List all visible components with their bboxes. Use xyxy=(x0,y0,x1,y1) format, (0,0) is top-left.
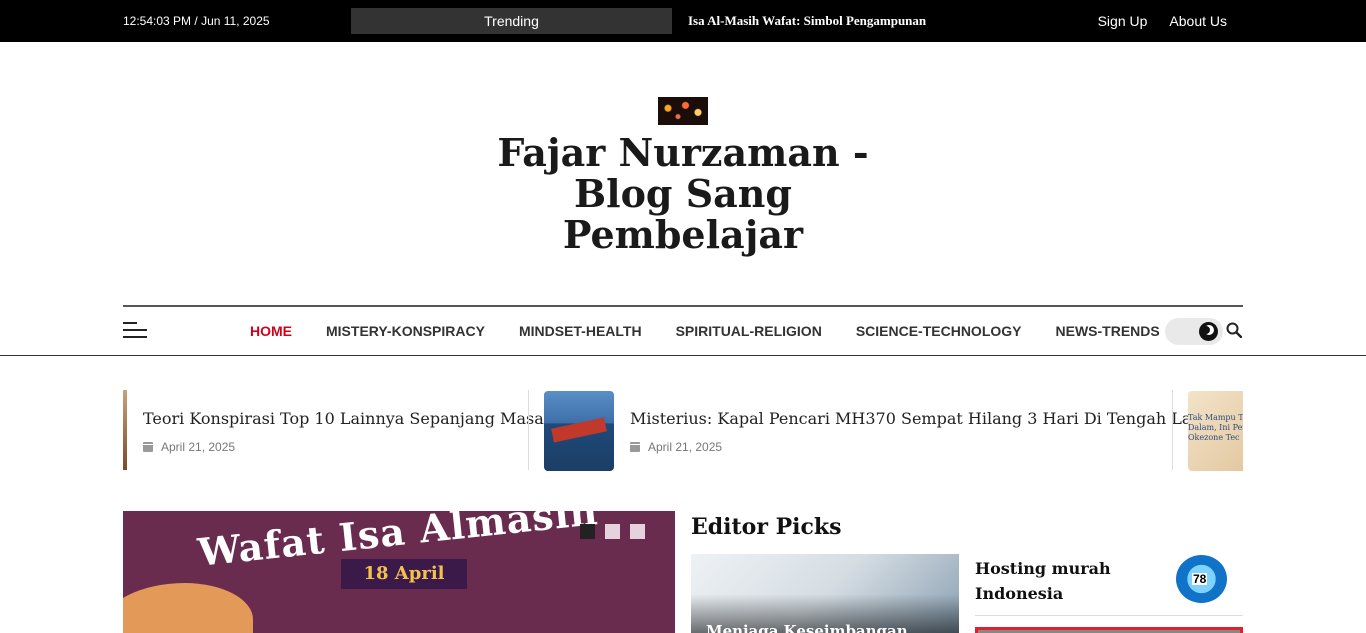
post-date-text: April 21, 2025 xyxy=(161,440,236,454)
post-thumbnail[interactable] xyxy=(544,391,614,471)
nav-item-mindset-health[interactable]: MINDSET-HEALTH xyxy=(519,323,642,339)
site-title-line: Fajar Nurzaman - xyxy=(497,130,869,175)
nav-top-divider xyxy=(123,305,1243,307)
about-link[interactable]: About Us xyxy=(1169,13,1227,29)
post-date: April 21, 2025 xyxy=(630,440,1208,454)
post-title-link[interactable]: Misterius: Kapal Pencari MH370 Sempat Hi… xyxy=(630,409,1208,428)
slider-dot[interactable] xyxy=(605,524,620,539)
slider-dots xyxy=(580,524,645,539)
carousel-post: Teori Konspirasi Top 10 Lainnya Sepanjan… xyxy=(143,409,544,472)
hero-decoration xyxy=(123,583,253,633)
post-date: April 21, 2025 xyxy=(143,440,544,454)
current-date: Jun 11, 2025 xyxy=(201,14,270,28)
post-thumbnail[interactable]: Tak Mampu T Dalam, Ini Penj Okezone Tec xyxy=(1188,391,1243,471)
dark-mode-toggle[interactable] xyxy=(1165,318,1223,345)
slider-dot[interactable] xyxy=(580,524,595,539)
site-title-line: Blog Sang xyxy=(574,171,792,216)
nav-item-science-technology[interactable]: SCIENCE-TECHNOLOGY xyxy=(856,323,1022,339)
carousel-post: Misterius: Kapal Pencari MH370 Sempat Hi… xyxy=(630,409,1208,472)
calendar-icon xyxy=(630,442,640,452)
site-logo[interactable] xyxy=(658,97,708,125)
trending-label: Trending xyxy=(351,8,672,34)
ad-logo-text: 78 xyxy=(1192,572,1208,586)
thumbnail-caption: Tak Mampu T Dalam, Ini Penj Okezone Tec xyxy=(1188,413,1243,442)
editor-picks-heading: Editor Picks xyxy=(691,514,842,540)
post-date-text: April 21, 2025 xyxy=(648,440,723,454)
top-links: Sign Up About Us xyxy=(1098,13,1227,29)
calendar-icon xyxy=(143,442,153,452)
site-title-line: Pembelajar xyxy=(562,212,804,257)
nav-item-home[interactable]: HOME xyxy=(250,323,292,339)
current-time: 12:54:03 PM xyxy=(123,14,192,28)
editor-pick-card[interactable]: Menjaga Keseimbangan xyxy=(691,554,959,633)
main-nav: HOME MISTERY-KONSPIRACY MINDSET-HEALTH S… xyxy=(250,323,1194,339)
hamburger-icon[interactable] xyxy=(123,322,147,339)
editor-pick-caption[interactable]: Menjaga Keseimbangan xyxy=(706,622,908,633)
nav-item-mistery-konspiracy[interactable]: MISTERY-KONSPIRACY xyxy=(326,323,485,339)
signup-link[interactable]: Sign Up xyxy=(1098,13,1148,29)
ad-logo[interactable]: 78 xyxy=(1176,555,1227,603)
site-title[interactable]: Fajar Nurzaman - Blog Sang Pembelajar xyxy=(483,132,883,255)
nav-bottom-divider xyxy=(0,355,1366,356)
hero-slider[interactable]: Wafat Isa Almasih 18 April xyxy=(123,511,675,633)
top-bar: 12:54:03 PM / Jun 11, 2025 Trending Isa … xyxy=(0,0,1366,42)
datetime-separator: / xyxy=(194,14,198,28)
post-thumbnail[interactable] xyxy=(123,390,127,470)
post-carousel: Teori Konspirasi Top 10 Lainnya Sepanjan… xyxy=(123,390,1243,472)
trending-ticker-link[interactable]: Isa Al-Masih Wafat: Simbol Pengampunan xyxy=(688,13,926,29)
nav-item-spiritual-religion[interactable]: SPIRITUAL-RELIGION xyxy=(676,323,822,339)
datetime-display: 12:54:03 PM / Jun 11, 2025 xyxy=(123,14,270,28)
ad-title-link[interactable]: Hosting murah Indonesia xyxy=(975,556,1155,606)
post-title-link[interactable]: Teori Konspirasi Top 10 Lainnya Sepanjan… xyxy=(143,409,544,428)
slider-dot[interactable] xyxy=(630,524,645,539)
post-divider xyxy=(528,390,529,470)
moon-icon xyxy=(1199,322,1218,341)
ad-banner[interactable] xyxy=(975,627,1243,633)
nav-item-news-trends[interactable]: NEWS-TRENDS xyxy=(1056,323,1160,339)
post-divider xyxy=(1172,390,1173,470)
hero-ribbon: 18 April xyxy=(341,559,467,589)
search-icon[interactable] xyxy=(1226,322,1242,338)
editor-picks-divider xyxy=(975,615,1243,616)
